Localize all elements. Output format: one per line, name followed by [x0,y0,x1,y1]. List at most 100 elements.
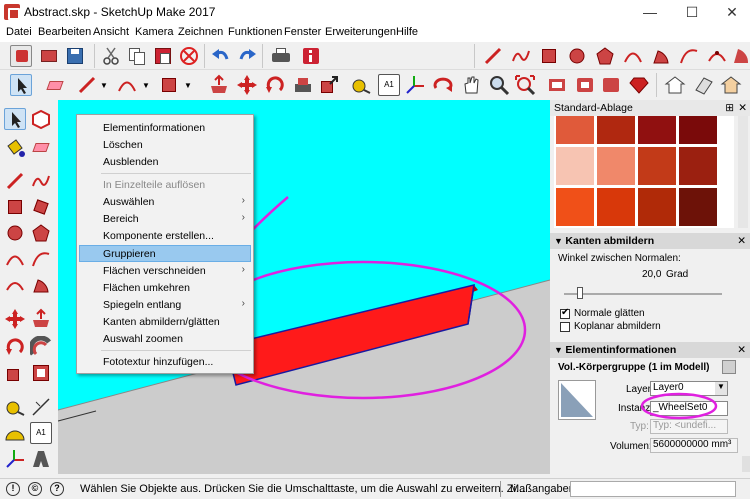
rotate-tool-icon[interactable] [4,336,26,358]
freehand-tool-icon[interactable] [30,170,52,192]
polygon-icon[interactable] [594,45,616,67]
material-swatch[interactable] [597,147,635,185]
make-component-icon[interactable] [30,108,52,130]
eraser-icon[interactable] [44,74,66,96]
smooth-normals-checkbox[interactable]: ✔ [560,307,570,319]
ctx-gruppieren[interactable]: Gruppieren [103,248,156,260]
copy-icon[interactable] [126,45,148,67]
move-tool-icon[interactable] [4,308,26,330]
redo-icon[interactable] [236,45,258,67]
material-swatch[interactable] [597,188,635,226]
minimize-button[interactable]: — [630,0,670,24]
three-point-arc-tool-icon[interactable] [4,274,26,296]
menu-zeichnen[interactable]: Zeichnen [178,26,223,38]
new-icon[interactable] [10,45,32,67]
shape-tool-icon[interactable] [158,74,180,96]
credits-icon[interactable]: © [28,482,42,496]
rotate-icon[interactable] [264,74,286,96]
two-point-arc-tool-icon[interactable] [30,248,52,270]
ctx-ausblenden[interactable]: Ausblenden [103,156,158,168]
ctx-spiegeln-entlang[interactable]: Spiegeln entlang [103,299,181,311]
menu-kamera[interactable]: Kamera [135,26,174,38]
menu-bearbeiten[interactable]: Bearbeiten [38,26,91,38]
material-swatch[interactable] [556,188,594,226]
open-icon[interactable] [38,45,60,67]
section-plane-icon[interactable] [692,74,714,96]
print-icon[interactable] [270,45,292,67]
angle-slider-thumb[interactable] [576,287,583,299]
close-button[interactable]: ✕ [712,0,750,24]
3d-text-tool-icon[interactable] [30,448,52,470]
rectangle-tool-icon[interactable] [4,196,26,218]
ctx-loeschen[interactable]: Löschen [103,139,143,151]
menu-datei[interactable]: Datei [6,26,32,38]
material-swatch[interactable] [556,147,594,185]
swatch-scrollbar[interactable] [738,116,748,228]
line-tool-icon[interactable] [76,74,98,96]
arc-dropdown-icon[interactable]: ▼ [142,81,150,90]
ruby-gem-icon[interactable] [628,74,650,96]
menu-funktionen[interactable]: Funktionen [228,26,282,38]
polygon-tool-icon[interactable] [30,222,52,244]
house-icon[interactable] [664,74,686,96]
orbit-icon[interactable] [432,74,454,96]
soften-coplanar-checkbox[interactable] [560,322,570,332]
ctx-flaechen-verschneiden[interactable]: Flächen verschneiden [103,265,206,277]
text-label-tool-icon[interactable]: A1 [30,422,52,444]
save-icon[interactable] [64,45,86,67]
ctx-fototextur[interactable]: Fototextur hinzufügen... [103,356,213,368]
measurements-input[interactable] [570,481,736,497]
pencil-tool-icon[interactable] [4,170,26,192]
arc-icon[interactable] [622,45,644,67]
pie-tool-icon[interactable] [30,274,52,296]
material-swatch[interactable] [679,147,717,185]
arc-tool-vertical-icon[interactable] [4,248,26,270]
walk-icon[interactable] [720,74,742,96]
select-tool-icon[interactable] [4,108,26,130]
offset-tool-icon[interactable] [30,362,52,384]
menu-ansicht[interactable]: Ansicht [93,26,129,38]
three-point-arc-icon[interactable] [706,45,728,67]
text-tool-icon[interactable]: A1 [378,74,400,96]
undo-icon[interactable] [210,45,232,67]
material-swatch[interactable] [679,188,717,226]
ctx-auswaehlen[interactable]: Auswählen [103,196,154,208]
entity-toggle-icon[interactable] [722,360,736,374]
line-dropdown-icon[interactable]: ▼ [100,81,108,90]
ctx-kanten-abmildern[interactable]: Kanten abmildern/glätten [103,316,220,328]
follow-me-icon[interactable] [292,74,314,96]
menu-hilfe[interactable]: Hilfe [396,26,418,38]
3d-warehouse-icon[interactable] [546,74,568,96]
material-swatch[interactable] [638,147,676,185]
angle-slider-track[interactable] [564,293,722,295]
shape-dropdown-icon[interactable]: ▼ [184,81,192,90]
pan-hand-icon[interactable] [460,74,482,96]
push-pull-tool-icon[interactable] [30,308,52,330]
circle-icon[interactable] [566,45,588,67]
help-icon[interactable]: ? [50,482,64,496]
rectangle-icon[interactable] [538,45,560,67]
pie-arc-icon[interactable] [732,45,750,67]
axes-tool-icon[interactable] [4,448,26,470]
material-swatch[interactable] [638,188,676,226]
ctx-bereich[interactable]: Bereich [103,213,139,225]
freehand-icon[interactable] [510,45,532,67]
material-swatch[interactable] [679,116,717,144]
scale-icon[interactable] [318,74,340,96]
arc-tool-icon[interactable] [116,74,138,96]
model-info-icon[interactable] [300,45,322,67]
line-pencil-icon[interactable] [482,45,504,67]
paste-icon[interactable] [152,45,174,67]
extension-warehouse-icon[interactable] [600,74,622,96]
maximize-button[interactable]: ☐ [672,0,712,24]
ctx-flaechen-umkehren[interactable]: Flächen umkehren [103,282,190,294]
soften-panel-header[interactable]: ▼ Kanten abmildern ✕ [550,233,750,249]
two-point-arc-icon[interactable] [678,45,700,67]
material-swatch[interactable] [638,116,676,144]
geo-location-icon[interactable]: ! [6,482,20,496]
pie-icon[interactable] [650,45,672,67]
move-icon[interactable] [236,74,258,96]
menu-erweiterungen[interactable]: Erweiterungen [325,26,396,38]
push-pull-icon[interactable] [208,74,230,96]
paint-bucket-icon[interactable] [4,136,26,158]
